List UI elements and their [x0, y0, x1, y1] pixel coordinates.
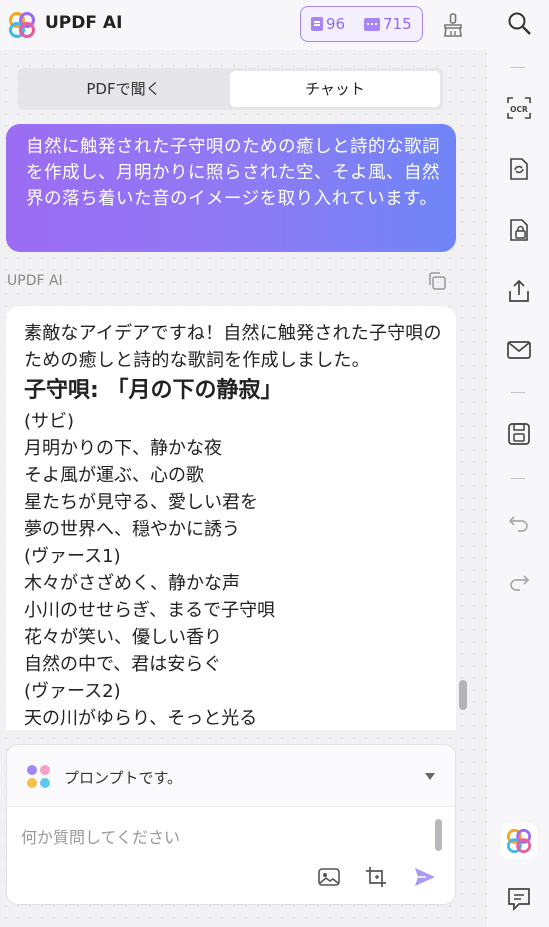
question-input[interactable]	[21, 825, 421, 849]
lyric-line: 木々がさざめく、静かな声	[24, 573, 240, 594]
prompt-selector[interactable]: プロンプトです。	[7, 745, 455, 807]
copy-icon[interactable]	[426, 270, 448, 292]
document-icon	[311, 17, 323, 31]
doc-credits-count: 96	[326, 15, 346, 33]
convert-icon[interactable]	[506, 156, 532, 182]
svg-text:OCR: OCR	[510, 105, 528, 114]
lyric-line: そよ風が運ぶ、心の歌	[24, 465, 204, 486]
chat-credits: 715	[364, 15, 412, 33]
song-title: 子守唄: 「月の下の静寂」	[24, 378, 283, 403]
share-icon[interactable]	[506, 278, 532, 304]
lyric-line: 夢の世界へ、穏やかに誘う	[24, 519, 240, 540]
lyric-line: 星たちが見守る、愛しい君を	[24, 492, 258, 513]
right-toolbar: OCR	[487, 0, 549, 927]
input-scrollbar[interactable]	[435, 819, 442, 851]
updf-logo-icon	[9, 12, 35, 38]
send-icon[interactable]	[413, 865, 437, 889]
chat-credits-count: 715	[383, 15, 412, 33]
lyric-line: 天の川がゆらり、そっと光る	[24, 708, 258, 729]
search-icon[interactable]	[506, 10, 532, 36]
chat-scrollbar[interactable]	[459, 680, 467, 710]
user-message: 自然に触発された子守唄のための癒しと詩的な歌詞を作成し、月明かりに照らされた空、…	[6, 124, 456, 252]
redo-icon[interactable]	[506, 568, 532, 594]
comment-icon[interactable]	[506, 886, 532, 912]
ai-sender-label: UPDF AI	[7, 273, 63, 289]
updf-ai-button[interactable]	[501, 823, 537, 859]
image-upload-icon[interactable]	[317, 865, 341, 889]
lyric-line: (サビ)	[24, 411, 75, 432]
prompt-label: プロンプトです。	[64, 769, 183, 787]
header: UPDF AI 96 715	[0, 0, 487, 50]
credits-badge[interactable]: 96 715	[300, 6, 423, 42]
lyric-line: 花々が笑い、優しい香り	[24, 627, 222, 648]
updf-ai-icon	[506, 828, 532, 854]
lyric-line: (ヴァース2)	[24, 681, 121, 702]
doc-credits: 96	[311, 15, 345, 33]
protect-icon[interactable]	[506, 217, 532, 243]
ocr-icon[interactable]: OCR	[506, 95, 532, 121]
prompt-dots-icon	[27, 765, 51, 789]
clear-brush-icon[interactable]	[441, 12, 465, 38]
toolbar-divider	[511, 478, 525, 479]
tab-chat[interactable]: チャット	[230, 71, 440, 107]
app-title: UPDF AI	[45, 13, 123, 33]
ai-answer: 素敵なアイデアですね！自然に触発された子守唄のための癒しと詩的な歌詞を作成しまし…	[6, 306, 456, 730]
answer-intro: 素敵なアイデアですね！自然に触発された子守唄のための癒しと詩的な歌詞を作成しまし…	[24, 323, 442, 371]
email-icon[interactable]	[506, 337, 532, 363]
input-box: プロンプトです。	[6, 744, 456, 905]
chat-bubble-icon	[364, 17, 380, 31]
chevron-down-icon	[425, 773, 435, 780]
screenshot-crop-icon[interactable]	[364, 865, 388, 889]
toolbar-divider	[511, 67, 525, 68]
toolbar-divider	[511, 392, 525, 393]
undo-icon[interactable]	[506, 509, 532, 535]
ai-chat-panel: UPDF AI 96 715 PDFで聞く チャット 自然に触発された子守唄のた…	[0, 0, 487, 927]
tab-ask-pdf[interactable]: PDFで聞く	[21, 71, 226, 107]
lyric-line: 自然の中で、君は安らぐ	[24, 654, 222, 675]
lyric-line: 小川のせせらぎ、まるで子守唄	[24, 600, 276, 621]
save-icon[interactable]	[506, 421, 532, 447]
mode-tabs: PDFで聞く チャット	[18, 68, 443, 110]
lyric-line: (ヴァース1)	[24, 546, 121, 567]
lyric-line: 月明かりの下、静かな夜	[24, 438, 222, 459]
